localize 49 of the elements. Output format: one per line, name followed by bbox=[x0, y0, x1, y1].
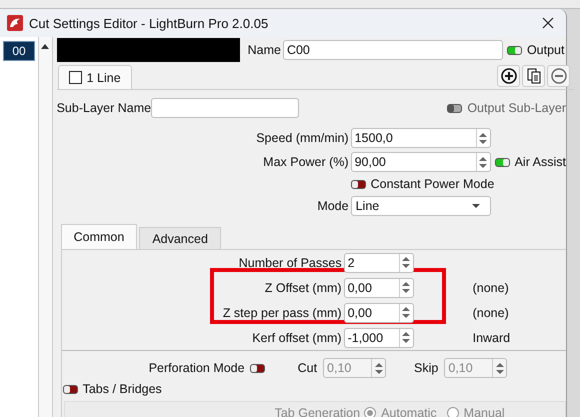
tab[interactable]: Common bbox=[60, 224, 138, 249]
field-note: (none) bbox=[472, 306, 509, 320]
number-field[interactable]: -1,000 bbox=[344, 328, 414, 348]
perforation-input-label: Cut bbox=[298, 361, 318, 375]
field-label: Number of Passes bbox=[238, 256, 343, 270]
name-field[interactable]: C00 bbox=[282, 40, 503, 60]
copy-button[interactable] bbox=[522, 65, 545, 87]
constant-power-label: Constant Power Mode bbox=[370, 177, 494, 191]
number-field[interactable]: 0,00 bbox=[344, 278, 414, 298]
tabs-bridges-label: Tabs / Bridges bbox=[82, 382, 162, 396]
sublayer-name-label: Sub-Layer Name bbox=[56, 101, 152, 115]
output-sublayer-label: Output Sub-Layer bbox=[467, 101, 566, 115]
field-label: Z step per pass (mm) bbox=[222, 306, 343, 320]
tabs-bridges-toggle[interactable] bbox=[62, 384, 78, 394]
perforation-label: Perforation Mode bbox=[148, 361, 246, 375]
output-toggle[interactable] bbox=[506, 46, 522, 54]
close-icon[interactable] bbox=[542, 17, 554, 29]
up-arrow-icon[interactable] bbox=[41, 44, 50, 49]
dropdown-icon[interactable] bbox=[472, 204, 480, 208]
app-logo-icon bbox=[7, 15, 23, 31]
mode-dropdown[interactable]: Line bbox=[350, 196, 491, 216]
window-title: Cut Settings Editor - LightBurn Pro 2.0.05 bbox=[29, 16, 268, 30]
tab[interactable]: Advanced bbox=[139, 227, 221, 249]
speed-field[interactable]: 1500,0 bbox=[350, 128, 491, 148]
sublayer-tab[interactable]: 1 Line bbox=[58, 65, 132, 89]
number-field[interactable]: 2 bbox=[344, 252, 414, 272]
constant-power-toggle[interactable] bbox=[350, 180, 366, 188]
speed-label: Speed (mm/min) bbox=[255, 131, 350, 145]
field-label: Z Offset (mm) bbox=[264, 280, 343, 294]
name-label: Name bbox=[248, 43, 281, 57]
output-label: Output bbox=[526, 43, 564, 57]
sublayer-name-field[interactable] bbox=[151, 98, 300, 118]
air-assist-toggle[interactable] bbox=[494, 158, 510, 166]
mode-label: Mode bbox=[316, 199, 350, 213]
checkbox[interactable] bbox=[68, 71, 82, 84]
perforation-input-label: Skip bbox=[414, 361, 438, 375]
field-note: Inward bbox=[472, 330, 510, 344]
field-label: Kerf offset (mm) bbox=[251, 330, 343, 344]
remove-button[interactable] bbox=[547, 65, 570, 87]
add-button[interactable] bbox=[497, 65, 520, 87]
number-field[interactable]: 0,00 bbox=[344, 302, 414, 322]
scrollbar[interactable] bbox=[39, 37, 53, 417]
perforation-toggle[interactable] bbox=[250, 364, 265, 372]
field-note: (none) bbox=[472, 280, 509, 294]
max-power-label: Max Power (%) bbox=[262, 155, 350, 169]
air-assist-label: Air Assist bbox=[514, 155, 566, 169]
layer-item[interactable]: 00 bbox=[3, 41, 35, 61]
tab-generation-label: Tab Generation bbox=[274, 406, 360, 417]
max-power-field[interactable]: 90,00 bbox=[350, 152, 491, 172]
